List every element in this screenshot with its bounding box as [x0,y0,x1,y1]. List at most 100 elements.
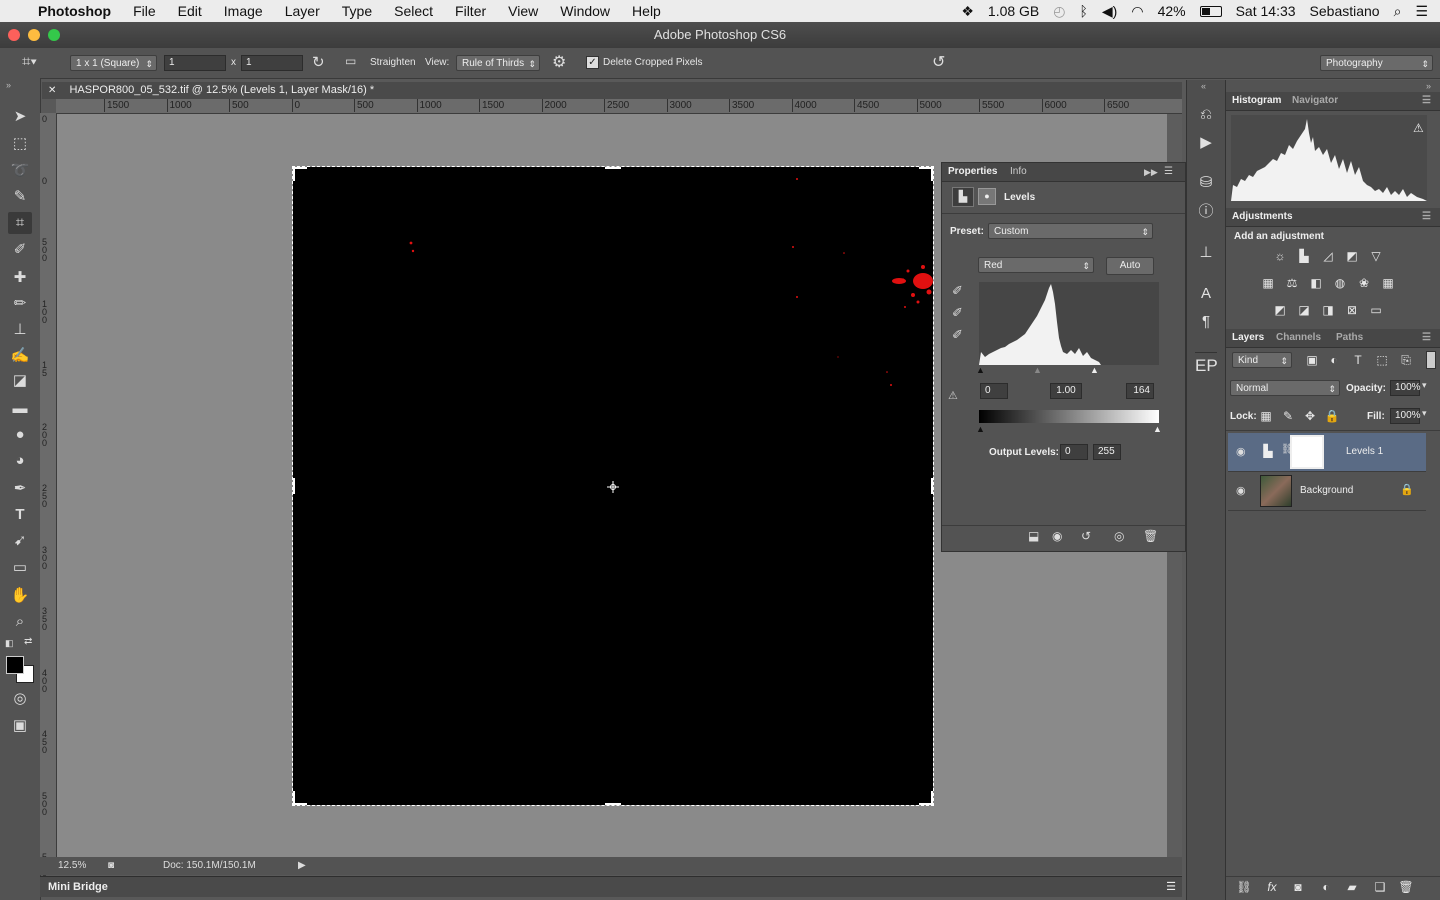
brush-tool-icon[interactable]: ✏ [8,293,32,315]
eraser-tool-icon[interactable]: ◪ [8,370,32,392]
posterize-icon[interactable]: ◪ [1296,303,1312,317]
add-mask-icon[interactable]: ◙ [1290,880,1306,894]
path-selection-tool-icon[interactable]: ➹ [8,530,32,552]
output-white-value[interactable]: 255 [1093,444,1121,460]
menu-window[interactable]: Window [560,3,610,19]
filter-type-icon[interactable]: T [1350,353,1366,367]
white-point-eyedropper-icon[interactable]: ✐ [952,327,963,343]
output-black-value[interactable]: 0 [1060,444,1088,460]
filter-shape-icon[interactable]: ⬚ [1374,353,1390,367]
crop-width-input[interactable]: 1 [164,55,226,71]
input-black-slider[interactable]: ▲ [976,365,985,375]
spotlight-icon[interactable]: ⌕ [1394,3,1402,20]
color-lookup-icon[interactable]: ▦ [1380,276,1396,290]
reset-adjustment-icon[interactable]: ↺ [1081,529,1091,543]
levels-icon[interactable]: ▙ [1296,249,1312,263]
curves-icon[interactable]: ◿ [1320,249,1336,263]
crop-tool-preset-icon[interactable]: ⌗▾ [22,53,37,70]
filter-adjustment-icon[interactable]: ◐ [1326,353,1342,367]
hand-tool-icon[interactable]: ✋ [8,585,32,607]
clone-stamp-tool-icon[interactable]: ⊥ [8,319,32,341]
battery-percent[interactable]: 42% [1158,3,1186,19]
straighten-button[interactable]: Straighten [370,57,416,68]
new-group-icon[interactable]: ▰ [1344,880,1360,894]
menu-layer[interactable]: Layer [285,3,320,19]
expand-panels-icon[interactable]: « [1201,81,1206,91]
status-menu-arrow-icon[interactable]: ▶ [298,857,306,875]
collapse-toolbar-icon[interactable]: » [6,80,11,90]
input-gamma-slider[interactable]: ▲ [1033,365,1042,375]
preset-select[interactable]: Custom [988,223,1153,240]
history-panel-icon[interactable]: ⎌ [1195,104,1217,126]
move-tool-icon[interactable]: ➤ [8,106,32,128]
opacity-input[interactable]: 100% [1390,380,1421,396]
tab-paths[interactable]: Paths [1336,329,1363,347]
screen-mode-icon[interactable]: ▣ [8,715,32,737]
status-preview-icon[interactable]: ◙ [108,857,114,875]
visibility-eye-icon[interactable]: ◉ [1236,484,1246,497]
exposure-icon[interactable]: ◩ [1344,249,1360,263]
delete-adjustment-icon[interactable]: 🗑 [1143,529,1158,543]
close-document-icon[interactable]: ✕ [48,85,56,96]
invert-icon[interactable]: ◩ [1272,303,1288,317]
fill-dropdown-icon[interactable]: ▾ [1422,408,1427,419]
close-window-button[interactable] [8,29,20,41]
new-adjustment-layer-icon[interactable]: ◐ [1318,880,1334,894]
menu-type[interactable]: Type [342,3,372,19]
minimize-window-button[interactable] [28,29,40,41]
healing-brush-tool-icon[interactable]: ✚ [8,267,32,289]
output-black-slider[interactable]: ▲ [976,424,985,434]
info-panel-icon[interactable]: ⓘ [1195,201,1217,223]
menu-edit[interactable]: Edit [178,3,202,19]
levels-adjustment-icon[interactable]: ▙ [952,187,974,207]
clock[interactable]: Sat 14:33 [1236,3,1296,19]
input-gamma-value[interactable]: 1.00 [1050,383,1082,399]
menu-select[interactable]: Select [394,3,433,19]
layer-name[interactable]: Levels 1 [1346,446,1383,457]
link-layers-icon[interactable]: ⛓ [1236,880,1252,894]
swap-dimensions-icon[interactable]: ↻ [312,53,325,71]
paragraph-panel-icon[interactable]: ¶ [1195,311,1217,333]
input-black-value[interactable]: 0 [980,383,1008,399]
tool-presets-icon[interactable]: ⛁ [1195,172,1217,194]
mini-bridge-menu-icon[interactable]: ☰ [1166,877,1176,897]
tab-info[interactable]: Info [1010,163,1027,181]
menu-filter[interactable]: Filter [455,3,486,19]
filter-pixel-icon[interactable]: ▣ [1304,353,1320,367]
histogram-warning-icon[interactable]: ⚠ [1413,121,1424,135]
black-point-eyedropper-icon[interactable]: ✐ [952,283,963,299]
tab-properties[interactable]: Properties [948,163,997,181]
clipping-warning-icon[interactable]: ⚠ [948,389,958,402]
menu-view[interactable]: View [508,3,538,19]
user-name[interactable]: Sebastiano [1310,3,1380,19]
fill-input[interactable]: 100% [1390,408,1421,424]
black-white-icon[interactable]: ◧ [1308,276,1324,290]
tab-navigator[interactable]: Navigator [1292,92,1338,110]
menu-help[interactable]: Help [632,3,661,19]
blend-mode-select[interactable]: Normal [1230,380,1340,397]
selective-color-icon[interactable]: ⊠ [1344,303,1360,317]
clip-to-layer-icon[interactable]: ⬓ [1028,529,1039,543]
mask-icon[interactable]: ● [978,188,996,205]
filter-toggle-switch[interactable] [1426,351,1436,369]
brush-presets-icon[interactable]: ⊥ [1195,242,1217,264]
actions-panel-icon[interactable]: ▶ [1195,132,1217,154]
zoom-tool-icon[interactable]: ⌕ [8,611,32,633]
rectangle-tool-icon[interactable]: ▭ [8,557,32,579]
tab-channels[interactable]: Channels [1276,329,1321,347]
straighten-icon[interactable]: ▭ [345,54,356,68]
color-balance-icon[interactable]: ⚖ [1284,276,1300,290]
swap-colors-icon[interactable]: ⇄ [24,636,32,647]
volume-icon[interactable]: ◀) [1102,3,1117,20]
workspace-select[interactable]: Photography [1320,55,1433,72]
tab-layers[interactable]: Layers [1232,329,1264,347]
zoom-level[interactable]: 12.5% [58,857,86,875]
dodge-tool-icon[interactable]: ◕ [8,450,32,472]
layer-name[interactable]: Background [1300,485,1353,496]
default-colors-icon[interactable]: ◧ [5,638,14,649]
memory-status[interactable]: 1.08 GB [988,3,1039,19]
crop-tool-icon[interactable]: ⌗ [8,212,32,234]
bluetooth-icon[interactable]: ᛒ [1080,3,1088,19]
marquee-tool-icon[interactable]: ⬚ [8,133,32,155]
adjustments-panel-menu-icon[interactable]: ☰ [1422,208,1431,226]
